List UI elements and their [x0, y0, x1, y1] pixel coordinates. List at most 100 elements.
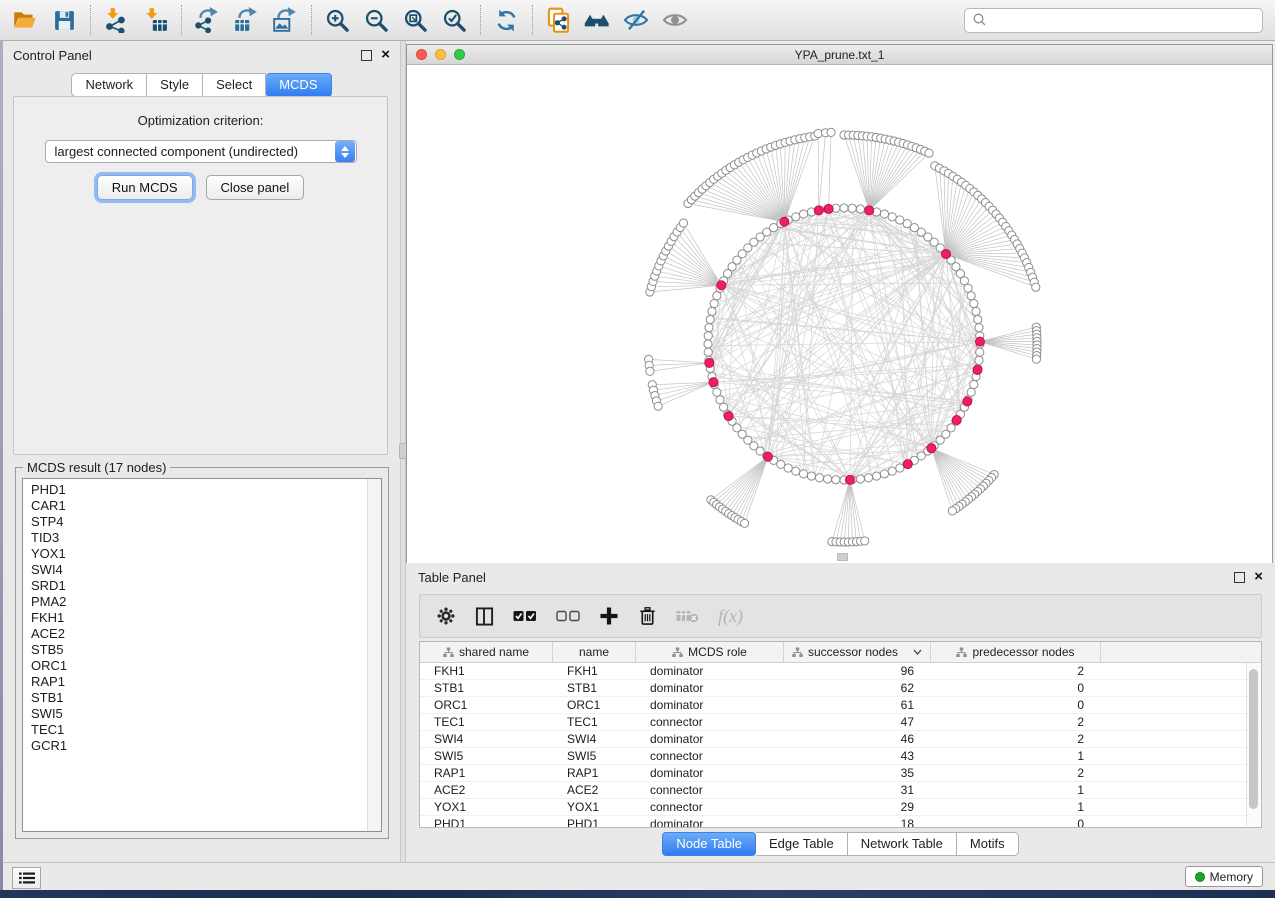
control-panel: Control Panel × NetworkStyleSelectMCDS O…: [3, 41, 400, 862]
import-network-icon[interactable]: [101, 5, 131, 35]
close-panel-icon[interactable]: ×: [381, 50, 390, 60]
table-scrollbar[interactable]: [1246, 663, 1260, 826]
table-cell: dominator: [636, 681, 784, 695]
zoom-out-icon[interactable]: [361, 5, 391, 35]
control-panel-tabs: NetworkStyleSelectMCDS: [3, 73, 400, 97]
export-network-icon[interactable]: [192, 5, 222, 35]
mcds-result-item[interactable]: FKH1: [31, 610, 373, 626]
table-cell: 43: [784, 749, 931, 763]
mcds-result-item[interactable]: SWI4: [31, 562, 373, 578]
refresh-icon[interactable]: [491, 5, 521, 35]
tab-mcds[interactable]: MCDS: [266, 73, 331, 97]
run-mcds-button[interactable]: Run MCDS: [97, 175, 193, 200]
memory-button[interactable]: Memory: [1185, 866, 1263, 887]
search-box[interactable]: [964, 8, 1263, 33]
tab-edge-table[interactable]: Edge Table: [756, 832, 848, 856]
tab-style[interactable]: Style: [147, 73, 203, 97]
network-window-titlebar: YPA_prune.txt_1: [407, 45, 1272, 65]
close-panel-icon[interactable]: ×: [1254, 572, 1263, 582]
table-cell: STB1: [420, 681, 553, 695]
tab-node-table[interactable]: Node Table: [662, 832, 756, 856]
export-table-icon[interactable]: [231, 5, 261, 35]
table-cell: 2: [931, 732, 1101, 746]
table-row[interactable]: ACE2ACE2connector311: [420, 782, 1261, 799]
table-row[interactable]: TEC1TEC1connector472: [420, 714, 1261, 731]
float-window-icon[interactable]: [1234, 572, 1245, 583]
table-cell: PHD1: [553, 817, 636, 828]
network-graph[interactable]: [407, 65, 1272, 562]
table-options-icon[interactable]: [436, 606, 456, 626]
mcds-result-item[interactable]: PHD1: [31, 482, 373, 498]
table-row[interactable]: ORC1ORC1dominator610: [420, 697, 1261, 714]
column-header-predecessor-nodes[interactable]: predecessor nodes: [931, 642, 1101, 662]
mcds-result-item[interactable]: RAP1: [31, 674, 373, 690]
table-cell: FKH1: [420, 664, 553, 678]
show-all-icon[interactable]: [660, 5, 690, 35]
table-scrollbar-thumb[interactable]: [1249, 669, 1258, 809]
table-cell: 61: [784, 698, 931, 712]
table-cell: connector: [636, 783, 784, 797]
table-cell: SWI5: [420, 749, 553, 763]
network-view[interactable]: [407, 65, 1272, 563]
zoom-in-icon[interactable]: [322, 5, 352, 35]
tab-network[interactable]: Network: [71, 73, 147, 97]
table-cell: ACE2: [420, 783, 553, 797]
zoom-fit-icon[interactable]: [400, 5, 430, 35]
select-all-icon[interactable]: [513, 610, 537, 622]
tab-motifs[interactable]: Motifs: [957, 832, 1019, 856]
open-file-icon[interactable]: [10, 5, 40, 35]
table-row[interactable]: FKH1FKH1dominator962: [420, 663, 1261, 680]
result-scrollbar[interactable]: [367, 479, 381, 831]
table-row[interactable]: SWI5SWI5connector431: [420, 748, 1261, 765]
table-row[interactable]: STB1STB1dominator620: [420, 680, 1261, 697]
table-cell: ORC1: [420, 698, 553, 712]
table-cell: 0: [931, 681, 1101, 695]
network-search-icon[interactable]: [582, 5, 612, 35]
deselect-all-icon[interactable]: [556, 610, 580, 622]
mcds-result-item[interactable]: GCR1: [31, 738, 373, 754]
close-panel-button[interactable]: Close panel: [206, 175, 305, 200]
tab-select[interactable]: Select: [203, 73, 266, 97]
table-row[interactable]: SWI4SWI4dominator462: [420, 731, 1261, 748]
add-column-icon[interactable]: [599, 606, 619, 626]
column-header-successor-nodes[interactable]: successor nodes: [784, 642, 931, 662]
mcds-result-item[interactable]: PMA2: [31, 594, 373, 610]
sort-chevron-icon[interactable]: [913, 649, 922, 655]
mcds-result-item[interactable]: TID3: [31, 530, 373, 546]
show-columns-icon[interactable]: [475, 607, 494, 626]
mcds-result-item[interactable]: STP4: [31, 514, 373, 530]
panel-list-button[interactable]: [12, 867, 41, 889]
zoom-selected-icon[interactable]: [439, 5, 469, 35]
mcds-result-item[interactable]: CAR1: [31, 498, 373, 514]
search-input[interactable]: [988, 10, 1262, 30]
delete-column-icon[interactable]: [638, 606, 657, 626]
mcds-result-item[interactable]: STB5: [31, 642, 373, 658]
table-row[interactable]: YOX1YOX1connector291: [420, 799, 1261, 816]
network-scroll-handle[interactable]: [837, 553, 848, 561]
float-window-icon[interactable]: [361, 50, 372, 61]
table-cell: 2: [931, 766, 1101, 780]
hide-selected-icon[interactable]: [621, 5, 651, 35]
table-cell: 2: [931, 664, 1101, 678]
column-type-icon: [792, 647, 803, 658]
mcds-result-item[interactable]: ACE2: [31, 626, 373, 642]
column-header-name[interactable]: name: [553, 642, 636, 662]
mcds-result-item[interactable]: SWI5: [31, 706, 373, 722]
column-header-shared-name[interactable]: shared name: [420, 642, 553, 662]
mcds-result-item[interactable]: ORC1: [31, 658, 373, 674]
import-table-icon[interactable]: [140, 5, 170, 35]
criterion-dropdown[interactable]: largest connected component (undirected): [45, 140, 357, 163]
mcds-result-item[interactable]: YOX1: [31, 546, 373, 562]
table-row[interactable]: PHD1PHD1dominator180: [420, 816, 1261, 828]
mcds-result-item[interactable]: SRD1: [31, 578, 373, 594]
tab-network-table[interactable]: Network Table: [848, 832, 957, 856]
table-panel-header: Table Panel ×: [406, 563, 1275, 591]
export-image-icon[interactable]: [270, 5, 300, 35]
mcds-result-item[interactable]: STB1: [31, 690, 373, 706]
mcds-result-item[interactable]: TEC1: [31, 722, 373, 738]
clone-network-icon[interactable]: [543, 5, 573, 35]
toolbar-separator: [311, 5, 312, 35]
table-row[interactable]: RAP1RAP1dominator352: [420, 765, 1261, 782]
save-session-icon[interactable]: [49, 5, 79, 35]
column-header-MCDS-role[interactable]: MCDS role: [636, 642, 784, 662]
